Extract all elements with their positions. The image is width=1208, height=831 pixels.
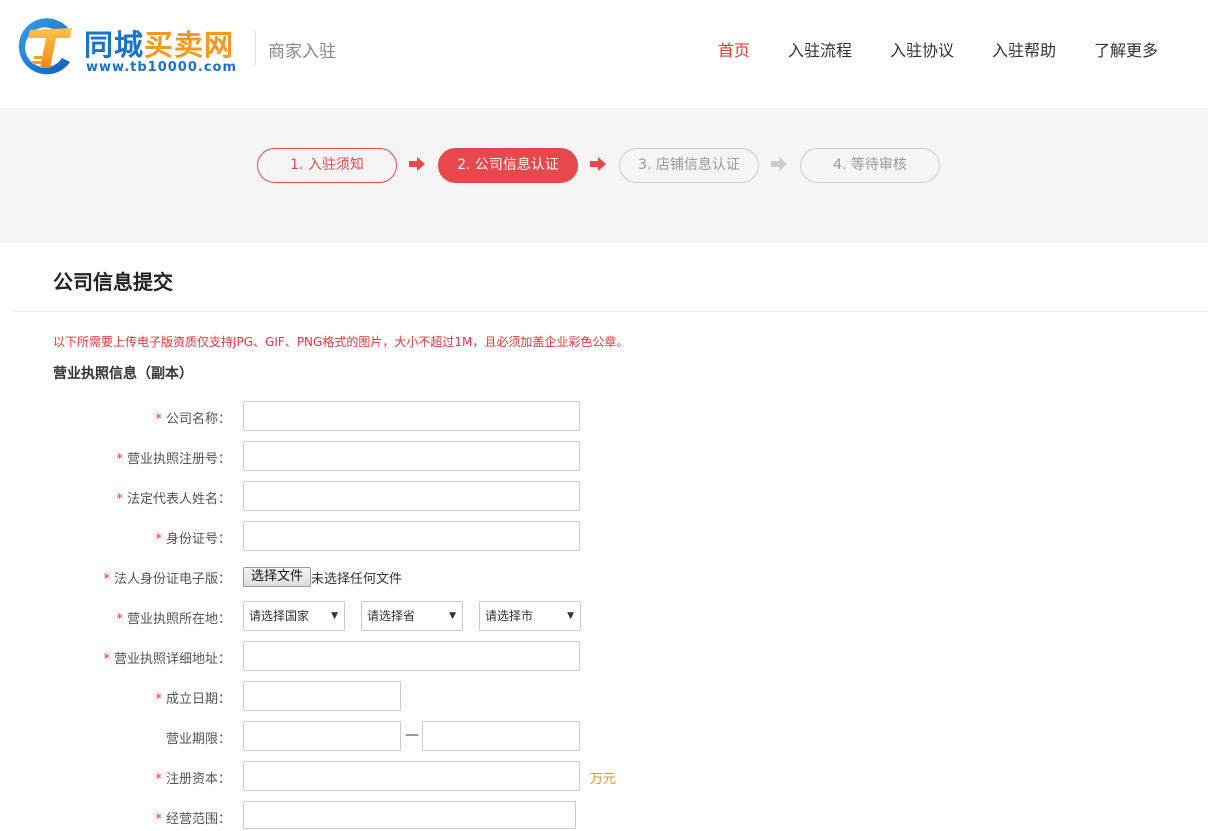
panel-divider <box>13 311 1208 312</box>
field-label: * 营业执照所在地： <box>116 612 231 627</box>
progress-steps: 1. 入驻须知 2. 公司信息认证 3. 店铺信息认证 4. 等待审核 <box>0 108 1208 243</box>
nav-more[interactable]: 了解更多 <box>1094 37 1158 61</box>
field-label: * 身份证号： <box>155 532 231 547</box>
site-logo[interactable]: 同城买卖网 www.tb10000.com <box>12 16 244 80</box>
field-label: * 法定代表人姓名： <box>116 492 231 507</box>
file-status: 未选择任何文件 <box>311 572 403 587</box>
row-company-name: * 公司名称： <box>13 401 1208 431</box>
logo-mark-icon <box>18 18 72 75</box>
arrow-right-icon <box>409 157 425 171</box>
legal-rep-input[interactable] <box>243 481 580 511</box>
company-info-panel: 公司信息提交 以下所需要上传电子版资质仅支持JPG、GIF、PNG格式的图片，大… <box>13 243 1208 829</box>
capital-input[interactable] <box>243 761 580 791</box>
field-label: * 营业执照注册号： <box>116 452 231 467</box>
found-date-input[interactable] <box>243 681 401 711</box>
capital-unit: 万元 <box>590 772 617 787</box>
province-select[interactable]: 请选择省 ▼ <box>361 601 463 631</box>
city-select[interactable]: 请选择市 ▼ <box>479 601 581 631</box>
term-end-input[interactable] <box>422 721 580 751</box>
arrow-right-icon <box>590 157 606 171</box>
dropdown-caret-icon: ▼ <box>567 611 574 621</box>
arrow-right-icon <box>771 157 787 171</box>
row-id-no: * 身份证号： <box>13 521 1208 551</box>
term-start-input[interactable] <box>243 721 401 751</box>
address-input[interactable] <box>243 641 580 671</box>
field-label: * 成立日期： <box>155 692 231 707</box>
field-label: * 经营范围： <box>155 812 231 827</box>
row-id-file: * 法人身份证电子版： 选择文件 未选择任何文件 <box>13 561 1208 591</box>
nav-help[interactable]: 入驻帮助 <box>992 37 1056 61</box>
row-legal-rep: * 法定代表人姓名： <box>13 481 1208 511</box>
reg-no-input[interactable] <box>243 441 580 471</box>
dropdown-caret-icon: ▼ <box>449 611 456 621</box>
section-title: 营业执照信息（副本） <box>53 366 193 382</box>
upload-notice: 以下所需要上传电子版资质仅支持JPG、GIF、PNG格式的图片，大小不超过1M，… <box>53 335 629 349</box>
scope-input[interactable] <box>243 801 576 829</box>
step-1: 1. 入驻须知 <box>257 148 397 183</box>
field-label: * 注册资本： <box>155 772 231 787</box>
company-name-input[interactable] <box>243 401 580 431</box>
row-found-date: * 成立日期： <box>13 681 1208 711</box>
row-capital: * 注册资本： 万元 <box>13 761 1208 791</box>
nav-home[interactable]: 首页 <box>718 37 750 61</box>
nav-agreement[interactable]: 入驻协议 <box>890 37 954 61</box>
panel-title: 公司信息提交 <box>53 270 173 294</box>
header: 同城买卖网 www.tb10000.com 商家入驻 首页 入驻流程 入驻协议 … <box>0 0 1208 108</box>
term-separator: — <box>405 727 419 743</box>
step-2: 2. 公司信息认证 <box>438 148 578 183</box>
id-no-input[interactable] <box>243 521 580 551</box>
country-select[interactable]: 请选择国家 ▼ <box>243 601 345 631</box>
field-label: 营业期限： <box>165 732 231 747</box>
field-label: * 营业执照详细地址： <box>103 652 231 667</box>
field-label: * 法人身份证电子版： <box>103 572 231 587</box>
header-divider <box>255 30 256 66</box>
row-location: * 营业执照所在地： 请选择国家 ▼ 请选择省 ▼ 请选择市 ▼ <box>13 601 1208 631</box>
logo-url: www.tb10000.com <box>86 60 238 75</box>
step-3: 3. 店铺信息认证 <box>619 148 759 183</box>
top-nav: 首页 入驻流程 入驻协议 入驻帮助 了解更多 <box>718 37 1158 61</box>
row-term: 营业期限： — <box>13 721 1208 751</box>
row-scope: * 经营范围： <box>13 801 1208 831</box>
logo-title: 同城买卖网 <box>84 28 235 62</box>
row-address: * 营业执照详细地址： <box>13 641 1208 671</box>
dropdown-caret-icon: ▼ <box>331 611 338 621</box>
nav-process[interactable]: 入驻流程 <box>788 37 852 61</box>
row-reg-no: * 营业执照注册号： <box>13 441 1208 471</box>
step-4: 4. 等待审核 <box>800 148 940 183</box>
choose-file-button[interactable]: 选择文件 <box>243 567 312 587</box>
field-label: * 公司名称： <box>155 412 231 427</box>
merchant-title: 商家入驻 <box>268 42 336 62</box>
